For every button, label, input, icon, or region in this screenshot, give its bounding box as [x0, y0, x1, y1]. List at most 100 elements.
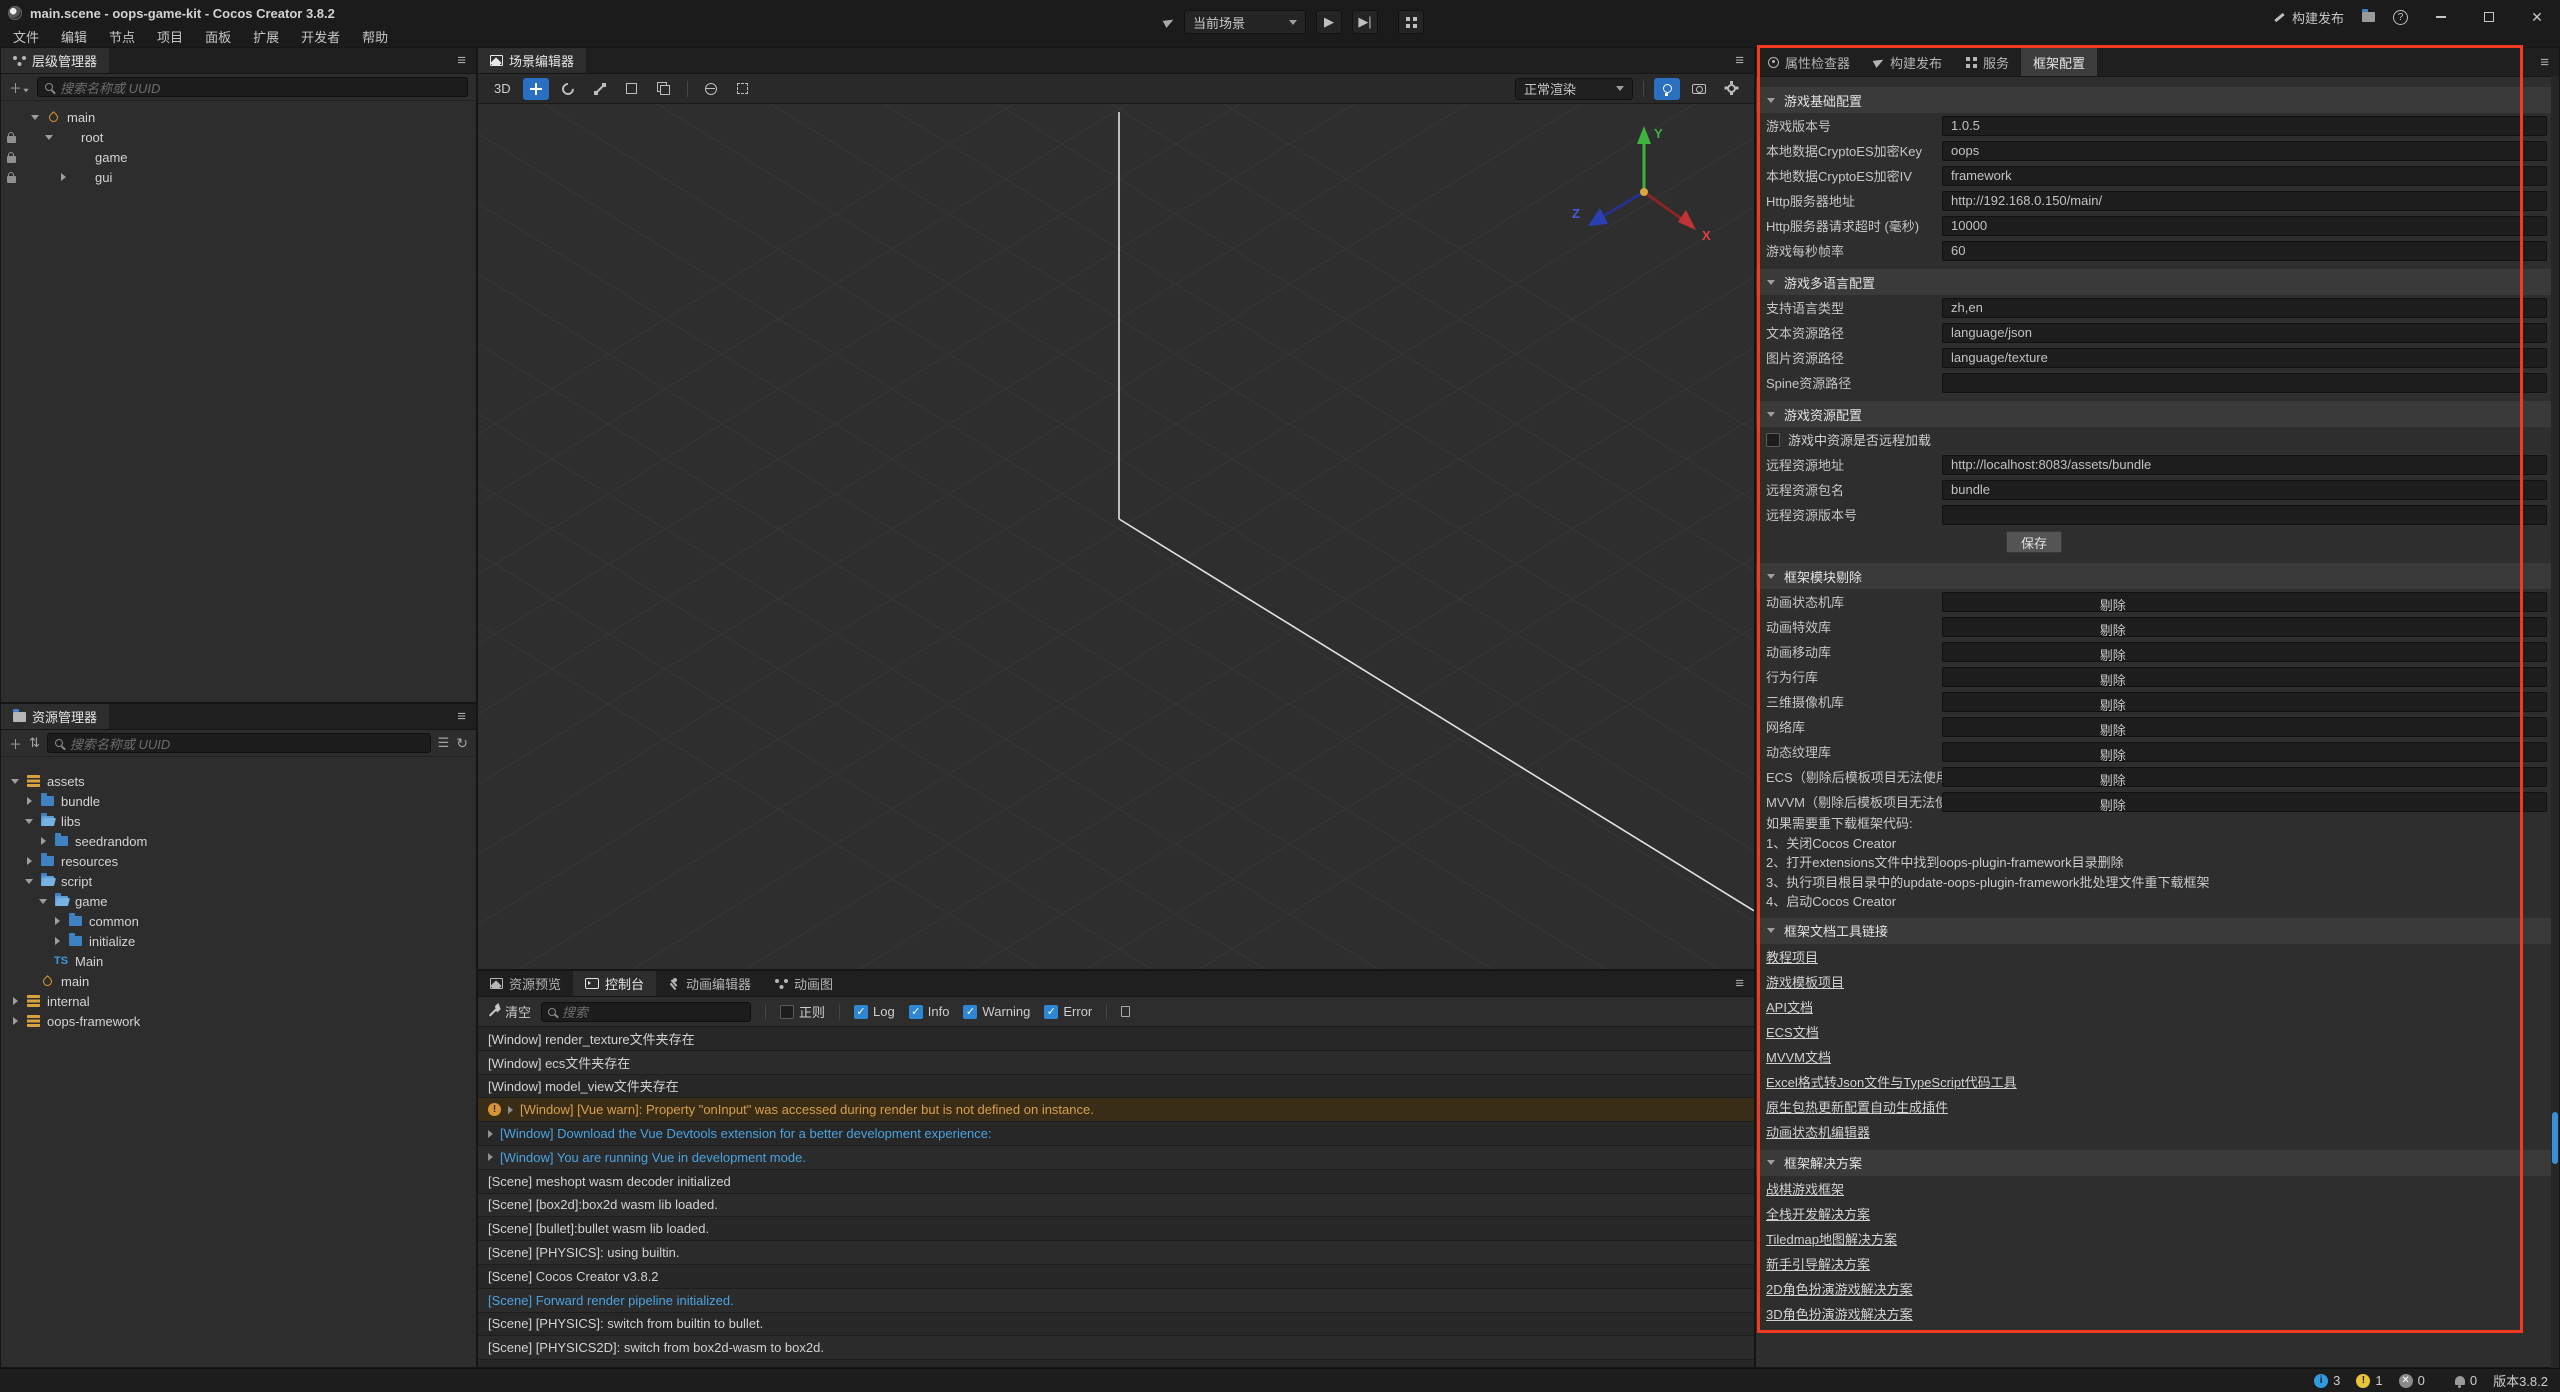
inspector-scrollbar-track[interactable] — [2551, 76, 2559, 1368]
link-3D角色扮演游戏解决方案[interactable]: 3D角色扮演游戏解决方案 — [1766, 1304, 1913, 1323]
axis-gizmo[interactable]: Y X Z — [1564, 118, 1724, 268]
layout-grid-button[interactable] — [1398, 10, 1424, 34]
chevron-right-icon[interactable] — [13, 1017, 18, 1025]
filter-error-checkbox[interactable]: ✓Error — [1044, 1004, 1092, 1019]
trim-button-ECS（剔除后模板项目无法使用）[interactable]: 剔除 — [1942, 767, 2547, 787]
tab-框架配置[interactable]: 框架配置 — [2021, 48, 2097, 76]
link-API文档[interactable]: API文档 — [1766, 997, 1813, 1016]
trim-button-行为行库[interactable]: 剔除 — [1942, 667, 2547, 687]
scene-viewport[interactable]: Y X Z — [478, 104, 1754, 969]
maximize-button[interactable] — [2474, 6, 2504, 28]
console-menu-icon[interactable]: ≡ — [1735, 971, 1754, 996]
refresh-assets-icon[interactable]: ↻ — [456, 735, 468, 752]
lighting-toggle-button[interactable] — [1654, 78, 1680, 100]
tab-服务[interactable]: 服务 — [1954, 48, 2021, 76]
assets-search-input[interactable]: 搜索名称或 UUID — [47, 733, 431, 753]
notification-count[interactable]: 0 — [2455, 1373, 2477, 1388]
filter-info-checkbox[interactable]: ✓Info — [909, 1004, 950, 1019]
link-新手引导解决方案[interactable]: 新手引导解决方案 — [1766, 1254, 1870, 1273]
tab-控制台[interactable]: 控制台 — [573, 971, 656, 996]
move-tool-button[interactable] — [523, 78, 549, 100]
log-file-icon[interactable] — [1121, 1006, 1130, 1017]
build-publish-button[interactable]: 构建发布 — [2274, 8, 2344, 27]
link-Excel格式转Json文件与TypeScript代码工具[interactable]: Excel格式转Json文件与TypeScript代码工具 — [1766, 1072, 2017, 1091]
section-header-框架文档工具链接[interactable]: 框架文档工具链接 — [1756, 918, 2551, 944]
gizmo-tool-button[interactable] — [651, 78, 677, 100]
field-input-图片资源路径[interactable]: language/texture — [1942, 348, 2547, 368]
add-asset-button[interactable]: ＋ — [9, 734, 22, 753]
chevron-right-icon[interactable] — [27, 857, 32, 865]
log-row[interactable]: [Window] You are running Vue in developm… — [478, 1146, 1754, 1170]
error-count[interactable]: ✕ 0 — [2399, 1373, 2425, 1388]
expand-chevron-icon[interactable] — [488, 1130, 493, 1138]
field-input-支持语言类型[interactable]: zh,en — [1942, 298, 2547, 318]
scale-tool-button[interactable] — [587, 78, 613, 100]
section-header-框架解决方案[interactable]: 框架解决方案 — [1756, 1150, 2551, 1176]
expand-chevron-icon[interactable] — [488, 1153, 493, 1161]
chevron-right-icon[interactable] — [55, 917, 60, 925]
trim-button-动态纹理库[interactable]: 剔除 — [1942, 742, 2547, 762]
menubar-item-扩展[interactable]: 扩展 — [242, 25, 290, 48]
link-教程项目[interactable]: 教程项目 — [1766, 947, 1818, 966]
link-MVVM文档[interactable]: MVVM文档 — [1766, 1047, 1831, 1066]
mode-3d-toggle[interactable]: 3D — [488, 81, 517, 96]
add-node-button[interactable]: ＋ — [9, 78, 30, 97]
section-header-游戏多语言配置[interactable]: 游戏多语言配置 — [1756, 269, 2551, 295]
field-input-远程资源版本号[interactable] — [1942, 505, 2547, 525]
tree-node-game[interactable]: game — [1, 891, 476, 911]
tree-node-root[interactable]: root — [1, 127, 476, 147]
remote-load-checkbox[interactable] — [1766, 433, 1780, 447]
rotate-tool-button[interactable] — [555, 78, 581, 100]
field-input-游戏版本号[interactable]: 1.0.5 — [1942, 116, 2547, 136]
link-游戏模板项目[interactable]: 游戏模板项目 — [1766, 972, 1844, 991]
tab-构建发布[interactable]: 构建发布 — [1862, 48, 1954, 76]
expand-chevron-icon[interactable] — [508, 1106, 513, 1114]
tree-node-game[interactable]: game — [1, 147, 476, 167]
link-Tiledmap地图解决方案[interactable]: Tiledmap地图解决方案 — [1766, 1229, 1897, 1248]
section-header-游戏基础配置[interactable]: 游戏基础配置 — [1756, 87, 2551, 113]
tree-node-bundle[interactable]: bundle — [1, 791, 476, 811]
device-preview-icon[interactable] — [1163, 16, 1176, 28]
field-input-Spine资源路径[interactable] — [1942, 373, 2547, 393]
chevron-right-icon[interactable] — [55, 937, 60, 945]
scene-menu-icon[interactable]: ≡ — [1735, 48, 1754, 73]
tree-node-resources[interactable]: resources — [1, 851, 476, 871]
field-input-远程资源地址[interactable]: http://localhost:8083/assets/bundle — [1942, 455, 2547, 475]
chevron-right-icon[interactable] — [61, 173, 66, 181]
field-input-远程资源包名[interactable]: bundle — [1942, 480, 2547, 500]
scene-selector-dropdown[interactable]: 当前场景 — [1184, 10, 1306, 34]
render-mode-dropdown[interactable]: 正常渲染 — [1515, 78, 1633, 100]
chevron-down-icon[interactable] — [25, 819, 33, 824]
hierarchy-search-input[interactable]: 搜索名称或 UUID — [37, 77, 468, 97]
chevron-down-icon[interactable] — [39, 899, 47, 904]
field-input-本地数据CryptoES加密Key[interactable]: oops — [1942, 141, 2547, 161]
trim-button-三维摄像机库[interactable]: 剔除 — [1942, 692, 2547, 712]
trim-button-动画状态机库[interactable]: 剔除 — [1942, 592, 2547, 612]
menubar-item-节点[interactable]: 节点 — [98, 25, 146, 48]
trim-button-MVVM（剔除后模板项目无法使用）[interactable]: 剔除 — [1942, 792, 2547, 812]
rect-tool-button[interactable] — [619, 78, 645, 100]
tab-assets[interactable]: 资源管理器 — [1, 704, 109, 729]
tree-node-libs[interactable]: libs — [1, 811, 476, 831]
hierarchy-menu-icon[interactable]: ≡ — [457, 48, 476, 73]
pivot-toggle-button[interactable] — [698, 78, 724, 100]
tree-node-seedrandom[interactable]: seedrandom — [1, 831, 476, 851]
assets-menu-icon[interactable]: ≡ — [457, 704, 476, 729]
chevron-right-icon[interactable] — [41, 837, 46, 845]
snap-toggle-button[interactable] — [730, 78, 756, 100]
field-input-Http服务器地址[interactable]: http://192.168.0.150/main/ — [1942, 191, 2547, 211]
tab-动画图[interactable]: 动画图 — [763, 971, 845, 996]
tree-node-common[interactable]: common — [1, 911, 476, 931]
log-row[interactable]: [Window] Download the Vue Devtools exten… — [478, 1122, 1754, 1146]
tree-node-initialize[interactable]: initialize — [1, 931, 476, 951]
link-2D角色扮演游戏解决方案[interactable]: 2D角色扮演游戏解决方案 — [1766, 1279, 1913, 1298]
chevron-down-icon[interactable] — [25, 879, 33, 884]
link-原生包热更新配置自动生成插件[interactable]: 原生包热更新配置自动生成插件 — [1766, 1097, 1948, 1116]
tab-资源预览[interactable]: 资源预览 — [478, 971, 573, 996]
folder-open-project-icon[interactable] — [2362, 12, 2375, 22]
tab-hierarchy[interactable]: 层级管理器 — [1, 48, 109, 73]
minimize-button[interactable] — [2426, 6, 2456, 28]
filter-assets-icon[interactable]: ☰ — [438, 735, 450, 751]
section-header-框架模块剔除[interactable]: 框架模块剔除 — [1756, 563, 2551, 589]
link-ECS文档[interactable]: ECS文档 — [1766, 1022, 1819, 1041]
